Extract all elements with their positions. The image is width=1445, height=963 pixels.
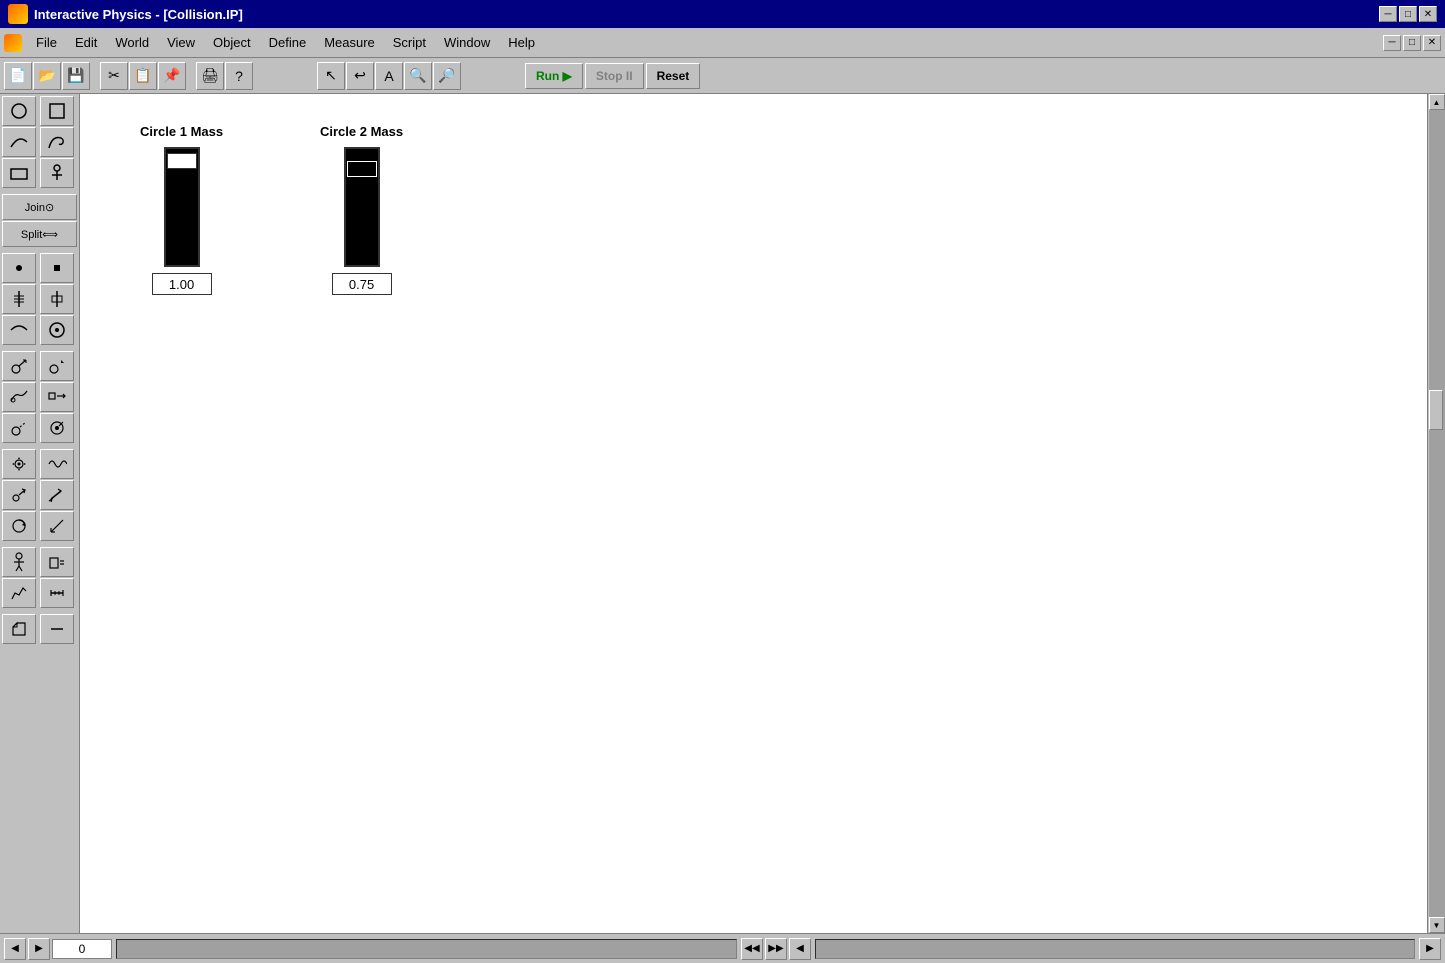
open-button[interactable]: 📂 bbox=[33, 62, 61, 90]
menu-define[interactable]: Define bbox=[261, 33, 315, 52]
menu-bar: File Edit World View Object Define Measu… bbox=[0, 28, 1445, 58]
maximize-button[interactable]: □ bbox=[1399, 6, 1417, 22]
freehand-tool[interactable] bbox=[40, 127, 74, 157]
menu-world[interactable]: World bbox=[107, 33, 157, 52]
toolbar: 📄 📂 💾 ✂ 📋 📌 🖨 ? ↖ ↩ A 🔍 🔎 Run ▶ Stop II … bbox=[0, 58, 1445, 94]
circle1-mass-control: Circle 1 Mass 1.00 bbox=[140, 124, 223, 295]
curve-tool[interactable] bbox=[2, 127, 36, 157]
circle2-mass-control: Circle 2 Mass 0.75 bbox=[320, 124, 403, 295]
circle2-mass-slider[interactable] bbox=[344, 147, 380, 267]
circle1-mass-thumb[interactable] bbox=[167, 153, 197, 169]
circle2-mass-value: 0.75 bbox=[332, 273, 392, 295]
gear-tool[interactable] bbox=[2, 449, 36, 479]
menu-file[interactable]: File bbox=[28, 33, 65, 52]
spring-tool[interactable] bbox=[2, 284, 36, 314]
force-tool[interactable] bbox=[2, 480, 36, 510]
pin-joint-tool[interactable] bbox=[2, 253, 36, 283]
bottom-track2[interactable] bbox=[815, 939, 1415, 959]
constraint2-tool[interactable] bbox=[40, 413, 74, 443]
circle1-mass-label: Circle 1 Mass bbox=[140, 124, 223, 139]
track2-tool[interactable] bbox=[40, 382, 74, 412]
damper-tool[interactable] bbox=[40, 284, 74, 314]
box2-tool[interactable] bbox=[40, 547, 74, 577]
zoom-in-tool[interactable]: 🔍 bbox=[404, 62, 432, 90]
run-button[interactable]: Run ▶ bbox=[525, 63, 583, 89]
frame-input[interactable] bbox=[52, 939, 112, 959]
frame-back-button[interactable]: ◀ bbox=[4, 938, 26, 960]
measure-vel-tool[interactable] bbox=[2, 351, 36, 381]
circle2-tool[interactable] bbox=[40, 315, 74, 345]
menu-maximize-button[interactable]: □ bbox=[1403, 35, 1421, 51]
select-tool[interactable]: ↖ bbox=[317, 62, 345, 90]
circle1-mass-value: 1.00 bbox=[152, 273, 212, 295]
scroll-thumb[interactable] bbox=[1429, 390, 1443, 430]
measure-accel-tool[interactable] bbox=[40, 351, 74, 381]
save-button[interactable]: 💾 bbox=[62, 62, 90, 90]
anchor-tool[interactable] bbox=[40, 158, 74, 188]
scroll-track[interactable] bbox=[1429, 110, 1445, 917]
constraint-tool[interactable] bbox=[2, 413, 36, 443]
canvas-area: Circle 1 Mass 1.00 Circle 2 Mass 0.75 bbox=[80, 94, 1427, 933]
close-button[interactable]: ✕ bbox=[1419, 6, 1437, 22]
new-button[interactable]: 📄 bbox=[4, 62, 32, 90]
split-button[interactable]: Split⟺ bbox=[2, 221, 77, 247]
frame-prev-button[interactable]: ◀◀ bbox=[741, 938, 763, 960]
minimize-button[interactable]: ─ bbox=[1379, 6, 1397, 22]
motor-tool[interactable] bbox=[2, 511, 36, 541]
circle-tool[interactable] bbox=[2, 96, 36, 126]
scroll-right-button[interactable]: ▶ bbox=[1419, 938, 1441, 960]
help-button[interactable]: ? bbox=[225, 62, 253, 90]
frame-end-button[interactable]: ◀ bbox=[789, 938, 811, 960]
menu-view[interactable]: View bbox=[159, 33, 203, 52]
wave-tool[interactable] bbox=[40, 449, 74, 479]
window-title: Interactive Physics - [Collision.IP] bbox=[34, 7, 243, 22]
circle2-mass-label: Circle 2 Mass bbox=[320, 124, 403, 139]
menu-close-button[interactable]: ✕ bbox=[1423, 35, 1441, 51]
menu-object[interactable]: Object bbox=[205, 33, 259, 52]
person-tool[interactable] bbox=[2, 547, 36, 577]
menu-edit[interactable]: Edit bbox=[67, 33, 105, 52]
menu-script[interactable]: Script bbox=[385, 33, 434, 52]
zoom-out-tool[interactable]: 🔎 bbox=[433, 62, 461, 90]
scroll-up-button[interactable]: ▲ bbox=[1429, 94, 1445, 110]
frame-next-button[interactable]: ▶▶ bbox=[765, 938, 787, 960]
ruler-tool[interactable] bbox=[40, 578, 74, 608]
measure-tool[interactable] bbox=[40, 511, 74, 541]
right-scrollbar: ▲ ▼ bbox=[1427, 94, 1445, 933]
circle2-mass-thumb[interactable] bbox=[347, 161, 377, 177]
menu-app-icon bbox=[4, 34, 22, 52]
box-tool[interactable] bbox=[2, 158, 36, 188]
force2-tool[interactable] bbox=[40, 480, 74, 510]
bottom-bar: ◀ ▶ ◀◀ ▶▶ ◀ ▶ bbox=[0, 933, 1445, 963]
menu-measure[interactable]: Measure bbox=[316, 33, 383, 52]
scroll-down-button[interactable]: ▼ bbox=[1429, 917, 1445, 933]
frame-play-button[interactable]: ▶ bbox=[28, 938, 50, 960]
title-bar: Interactive Physics - [Collision.IP] ─ □… bbox=[0, 0, 1445, 28]
rect-tool[interactable] bbox=[40, 96, 74, 126]
curve2-tool[interactable] bbox=[2, 315, 36, 345]
square-joint-tool[interactable] bbox=[40, 253, 74, 283]
text-tool[interactable]: A bbox=[375, 62, 403, 90]
left-toolbar: Join⊙ Split⟺ bbox=[0, 94, 80, 933]
join-button[interactable]: Join⊙ bbox=[2, 194, 77, 220]
graph-tool[interactable] bbox=[2, 578, 36, 608]
menu-help[interactable]: Help bbox=[500, 33, 543, 52]
menu-window[interactable]: Window bbox=[436, 33, 498, 52]
cut-button[interactable]: ✂ bbox=[100, 62, 128, 90]
track-tool[interactable] bbox=[2, 382, 36, 412]
menu-minimize-button[interactable]: ─ bbox=[1383, 35, 1401, 51]
print-button[interactable]: 🖨 bbox=[196, 62, 224, 90]
frame-track[interactable] bbox=[116, 939, 737, 959]
stop-button[interactable]: Stop II bbox=[585, 63, 644, 89]
paste-button[interactable]: 📌 bbox=[158, 62, 186, 90]
script-tool[interactable] bbox=[2, 614, 36, 644]
undo-button[interactable]: ↩ bbox=[346, 62, 374, 90]
reset-button[interactable]: Reset bbox=[646, 63, 701, 89]
copy-button[interactable]: 📋 bbox=[129, 62, 157, 90]
line-tool[interactable] bbox=[40, 614, 74, 644]
app-icon bbox=[8, 4, 28, 24]
circle1-mass-slider[interactable] bbox=[164, 147, 200, 267]
